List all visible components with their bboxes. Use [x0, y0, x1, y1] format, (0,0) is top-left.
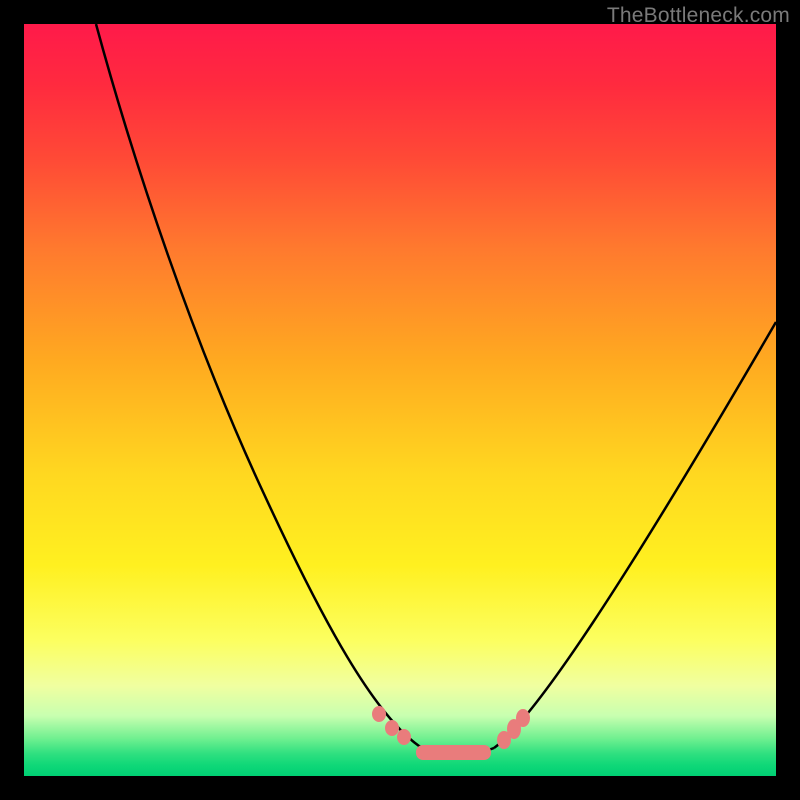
chart-svg [24, 24, 776, 776]
marker [372, 706, 386, 722]
curve-left [96, 24, 419, 746]
curve-right [494, 322, 776, 748]
marker [385, 720, 399, 736]
marker [516, 709, 530, 727]
marker [397, 729, 411, 745]
marker-group [372, 706, 530, 760]
chart-frame: TheBottleneck.com [0, 0, 800, 800]
marker-pill [416, 745, 491, 760]
plot-area [24, 24, 776, 776]
watermark-text: TheBottleneck.com [607, 4, 790, 28]
